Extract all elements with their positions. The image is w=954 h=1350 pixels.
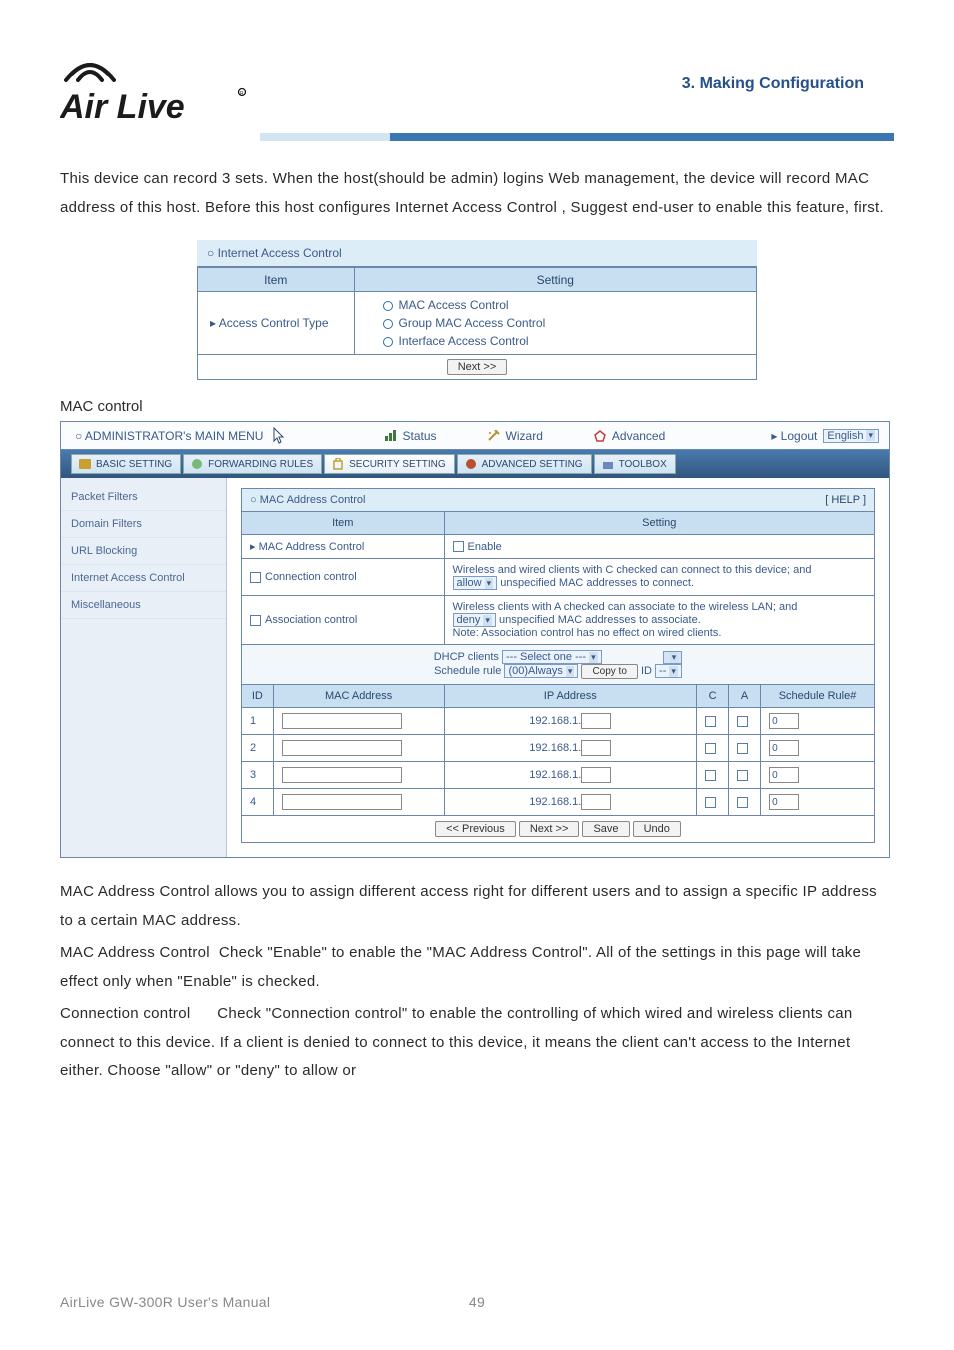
- ip-input[interactable]: [581, 794, 611, 810]
- admin-title: ○ ADMINISTRATOR's MAIN MENU: [61, 429, 277, 443]
- svg-text:Air Live: Air Live: [60, 88, 185, 126]
- intro-paragraph: This device can record 3 sets. When the …: [60, 165, 894, 222]
- tab-status[interactable]: Status: [384, 429, 437, 443]
- th-id: ID: [242, 685, 274, 708]
- sidebar-item-packet-filters[interactable]: Packet Filters: [61, 484, 226, 511]
- mac-caption: ○ MAC Address Control[ HELP ]: [242, 489, 875, 512]
- table-row: 3 192.168.1. 0: [242, 762, 875, 789]
- table-row: 2 192.168.1. 0: [242, 735, 875, 762]
- footer-left: AirLive GW-300R User's Manual: [60, 1294, 270, 1310]
- col-setting: Setting: [354, 268, 756, 292]
- logout-link[interactable]: ▸ Logout: [771, 429, 817, 443]
- c-checkbox[interactable]: [705, 716, 716, 727]
- th-item: Item: [242, 512, 445, 535]
- rule-input[interactable]: 0: [769, 767, 799, 783]
- th-c: C: [697, 685, 729, 708]
- th-setting: Setting: [444, 512, 874, 535]
- assoc-checkbox[interactable]: [250, 615, 261, 626]
- opt-interface[interactable]: Interface Access Control: [383, 332, 746, 350]
- admin-panel: ○ ADMINISTRATOR's MAIN MENU Status Wizar…: [60, 421, 890, 858]
- rule-input[interactable]: 0: [769, 713, 799, 729]
- opt-mac-access[interactable]: MAC Access Control: [383, 296, 746, 314]
- save-button[interactable]: Save: [582, 821, 629, 837]
- tab-wizard[interactable]: Wizard: [487, 429, 543, 443]
- row-association-control: Association control: [242, 596, 445, 645]
- subtab-basic[interactable]: BASIC SETTING: [71, 454, 181, 474]
- sidebar-item-domain-filters[interactable]: Domain Filters: [61, 511, 226, 538]
- next-button[interactable]: Next >>: [447, 359, 508, 375]
- c-checkbox[interactable]: [705, 743, 716, 754]
- section-title: MAC control: [60, 398, 894, 415]
- mac-input[interactable]: [282, 740, 402, 756]
- sidebar: Packet Filters Domain Filters URL Blocki…: [61, 478, 227, 857]
- a-checkbox[interactable]: [737, 716, 748, 727]
- sidebar-item-misc[interactable]: Miscellaneous: [61, 592, 226, 619]
- prev-button[interactable]: << Previous: [435, 821, 516, 837]
- a-checkbox[interactable]: [737, 743, 748, 754]
- row-mac-address-control: ▸ MAC Address Control: [242, 535, 445, 559]
- svg-text:R: R: [240, 91, 244, 97]
- mac-control-table: ○ MAC Address Control[ HELP ] Item Setti…: [241, 488, 875, 843]
- undo-button[interactable]: Undo: [633, 821, 681, 837]
- th-schedule-rule: Schedule Rule#: [761, 685, 875, 708]
- rule-input[interactable]: 0: [769, 794, 799, 810]
- help-link[interactable]: [ HELP ]: [825, 494, 866, 506]
- page-number: 49: [469, 1294, 485, 1310]
- th-ip: IP Address: [444, 685, 697, 708]
- th-mac-addr: MAC Address: [273, 685, 444, 708]
- subtab-advanced-setting[interactable]: ADVANCED SETTING: [457, 454, 592, 474]
- outro-p1: MAC Address Control allows you to assign…: [60, 878, 894, 935]
- cursor-icon: [273, 427, 287, 445]
- th-a: A: [729, 685, 761, 708]
- copy-to-button[interactable]: Copy to: [581, 664, 637, 679]
- a-checkbox[interactable]: [737, 770, 748, 781]
- table-row: 4 192.168.1. 0: [242, 789, 875, 816]
- mac-input[interactable]: [282, 713, 402, 729]
- ip-input[interactable]: [581, 740, 611, 756]
- rule-input[interactable]: 0: [769, 740, 799, 756]
- subtab-forwarding[interactable]: FORWARDING RULES: [183, 454, 322, 474]
- box-caption: ○ Internet Access Control: [197, 240, 757, 267]
- sidebar-item-internet-access-control[interactable]: Internet Access Control: [61, 565, 226, 592]
- brand-logo: Air Live R: [60, 50, 250, 128]
- sidebar-item-url-blocking[interactable]: URL Blocking: [61, 538, 226, 565]
- schedule-select[interactable]: (00)Always▾: [504, 664, 578, 678]
- c-checkbox[interactable]: [705, 797, 716, 808]
- col-item: Item: [198, 268, 355, 292]
- conn-checkbox[interactable]: [250, 572, 261, 583]
- ip-input[interactable]: [581, 767, 611, 783]
- internet-access-control-box: ○ Internet Access Control Item Setting ▸…: [197, 240, 757, 380]
- ip-input[interactable]: [581, 713, 611, 729]
- assoc-select[interactable]: deny▾: [453, 613, 496, 627]
- dhcp-select[interactable]: --- Select one ---▾: [502, 650, 602, 664]
- row-label: ▸ Access Control Type: [198, 292, 355, 355]
- conn-select[interactable]: allow▾: [453, 576, 498, 590]
- tab-advanced[interactable]: Advanced: [593, 429, 665, 443]
- c-checkbox[interactable]: [705, 770, 716, 781]
- table-row: 1 192.168.1. 0: [242, 708, 875, 735]
- subtab-security[interactable]: SECURITY SETTING: [324, 454, 455, 474]
- subtab-toolbox[interactable]: TOOLBOX: [594, 454, 676, 474]
- a-checkbox[interactable]: [737, 797, 748, 808]
- next-button-2[interactable]: Next >>: [519, 821, 580, 837]
- id-select[interactable]: --▾: [655, 664, 682, 678]
- enable-checkbox[interactable]: [453, 541, 464, 552]
- opt-group-mac[interactable]: Group MAC Access Control: [383, 314, 746, 332]
- language-select[interactable]: English▾: [823, 429, 879, 443]
- mac-input[interactable]: [282, 794, 402, 810]
- chapter-title: 3. Making Configuration: [682, 50, 894, 93]
- row-connection-control: Connection control: [242, 559, 445, 596]
- mac-input[interactable]: [282, 767, 402, 783]
